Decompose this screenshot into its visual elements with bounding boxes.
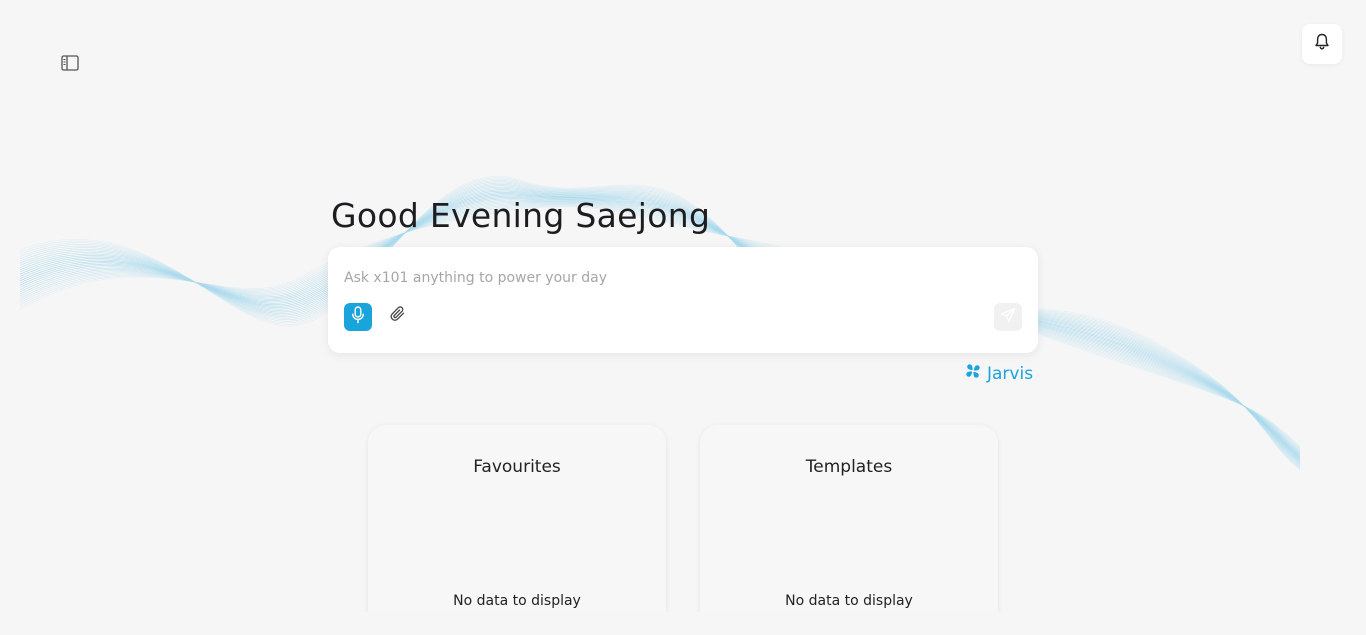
page-bottom-edge xyxy=(0,612,1366,635)
microphone-icon xyxy=(351,305,365,329)
send-icon xyxy=(1000,307,1016,328)
greeting-title: Good Evening Saejong xyxy=(331,196,711,235)
sidebar-toggle-button[interactable] xyxy=(58,53,82,77)
favourites-empty-state: No data to display xyxy=(453,593,581,609)
sidebar-panel-icon xyxy=(61,54,79,76)
jarvis-label: Jarvis xyxy=(987,363,1034,384)
send-button[interactable] xyxy=(994,303,1022,331)
templates-title: Templates xyxy=(805,457,893,477)
templates-empty-state: No data to display xyxy=(785,593,913,609)
voice-input-button[interactable] xyxy=(344,303,372,331)
jarvis-logo-icon xyxy=(964,362,982,385)
favourites-title: Favourites xyxy=(473,457,561,477)
home-page: Good Evening Saejong Ask x101 anything t… xyxy=(0,0,1366,635)
prompt-input[interactable] xyxy=(344,267,1004,289)
favourites-card: Favourites No data to display xyxy=(368,425,666,635)
notifications-button[interactable] xyxy=(1302,24,1342,64)
templates-card: Templates No data to display xyxy=(700,425,998,635)
attach-file-button[interactable] xyxy=(386,304,410,328)
paperclip-icon xyxy=(389,305,407,328)
bell-icon xyxy=(1314,33,1330,55)
prompt-composer xyxy=(328,247,1038,353)
jarvis-assistant-link[interactable]: Jarvis xyxy=(964,362,1033,385)
